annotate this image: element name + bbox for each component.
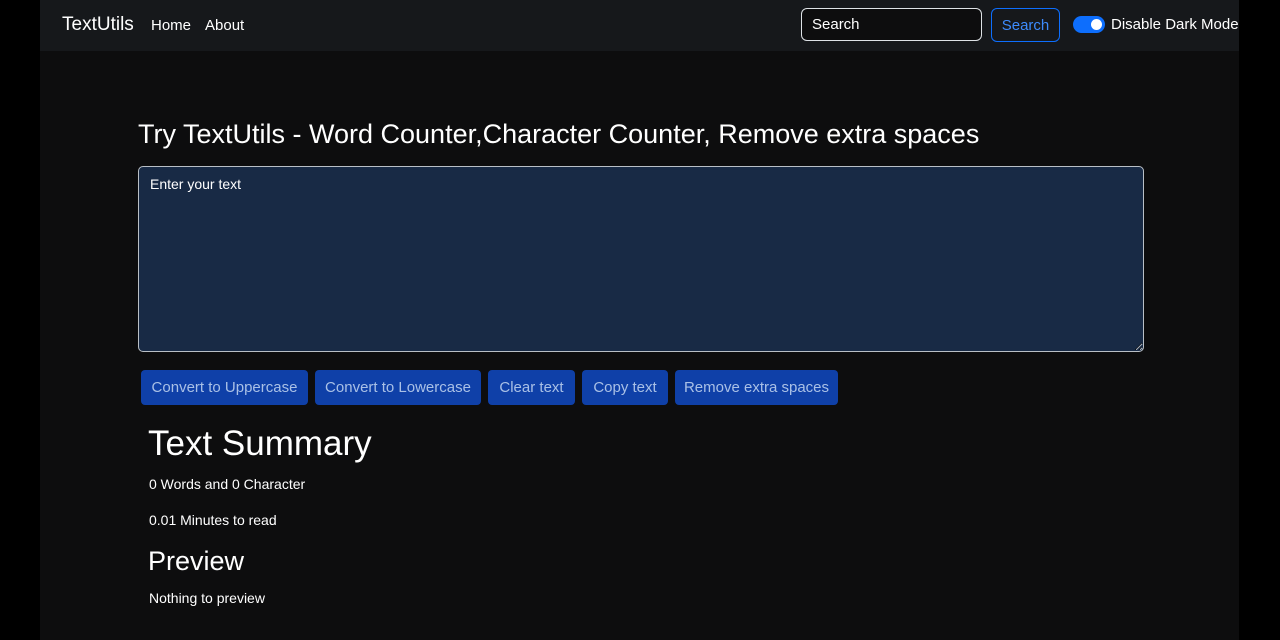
preview-title: Preview [148,546,245,576]
preview-text: Nothing to preview [149,590,265,606]
text-input-area[interactable] [138,166,1144,352]
copy-text-button[interactable]: Copy text [582,370,668,405]
navbar-brand[interactable]: TextUtils [62,14,134,36]
dark-mode-toggle[interactable] [1073,16,1105,33]
remove-extra-spaces-button[interactable]: Remove extra spaces [675,370,838,405]
summary-title: Text Summary [148,424,372,463]
toggle-knob [1091,19,1102,30]
nav-link-home[interactable]: Home [151,17,191,34]
search-button[interactable]: Search [991,8,1060,42]
convert-uppercase-button[interactable]: Convert to Uppercase [141,370,308,405]
search-input[interactable] [801,8,982,41]
nav-link-about[interactable]: About [205,17,244,34]
read-time: 0.01 Minutes to read [149,512,277,528]
word-character-count: 0 Words and 0 Character [149,476,306,492]
page-heading: Try TextUtils - Word Counter,Character C… [138,119,980,149]
page: TextUtils Home About Search Disable Dark… [40,0,1239,640]
convert-lowercase-button[interactable]: Convert to Lowercase [315,370,481,405]
navbar: TextUtils Home About Search Disable Dark… [40,0,1239,51]
clear-text-button[interactable]: Clear text [488,370,575,405]
dark-mode-toggle-label[interactable]: Disable Dark Mode [1111,16,1239,33]
